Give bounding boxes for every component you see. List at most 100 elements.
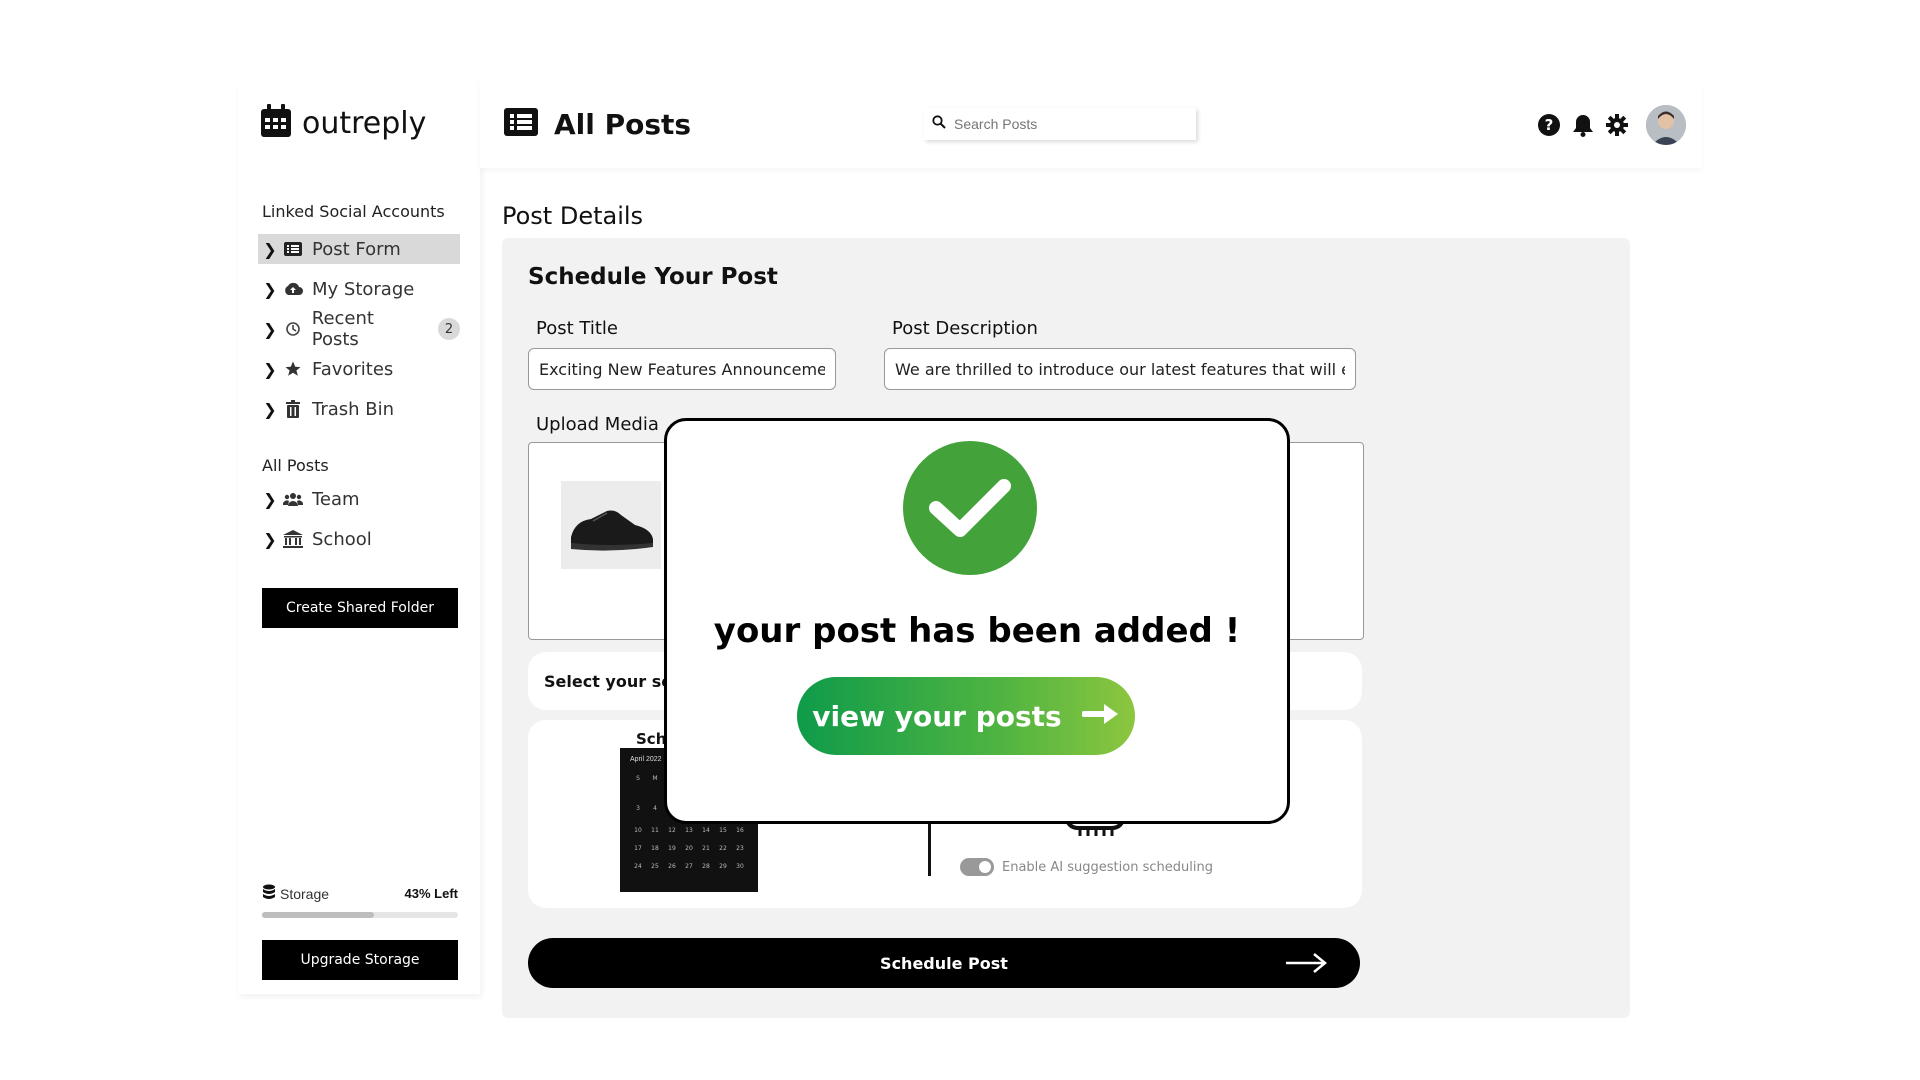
star-icon (282, 360, 304, 378)
ai-suggestion-label: Enable AI suggestion scheduling (1002, 859, 1213, 875)
svg-text:28: 28 (702, 863, 710, 870)
svg-text:12: 12 (668, 827, 676, 834)
page-title: All Posts (554, 108, 692, 141)
svg-text:11: 11 (651, 827, 659, 834)
chevron-right-icon: ❯ (263, 359, 277, 379)
svg-text:4: 4 (653, 805, 657, 812)
sidebar-item-label: School (312, 528, 372, 550)
chevron-right-icon: ❯ (263, 399, 277, 419)
svg-text:18: 18 (651, 845, 659, 852)
svg-text:?: ? (1545, 116, 1554, 134)
svg-text:19: 19 (668, 845, 676, 852)
post-description-input[interactable] (893, 358, 1347, 380)
count-badge: 2 (438, 318, 460, 340)
storage-left: 43% Left (404, 886, 458, 901)
storage-bar-fill (262, 912, 374, 918)
upgrade-storage-button[interactable]: Upgrade Storage (262, 940, 458, 980)
svg-text:27: 27 (685, 863, 693, 870)
ai-suggestion-toggle[interactable] (960, 858, 994, 876)
svg-text:16: 16 (736, 827, 744, 834)
panel-title: Schedule Your Post (528, 264, 778, 290)
svg-text:S: S (636, 775, 640, 782)
svg-text:23: 23 (736, 845, 744, 852)
chevron-right-icon: ❯ (263, 239, 277, 259)
create-shared-folder-button[interactable]: Create Shared Folder (262, 588, 458, 628)
svg-text:15: 15 (719, 827, 727, 834)
header: All Posts ? (480, 82, 1702, 168)
post-description-label: Post Description (892, 318, 1038, 339)
view-posts-label: view your posts (812, 699, 1062, 733)
sidebar-item-label: Post Form (312, 238, 401, 260)
all-posts-label: All Posts (262, 456, 329, 475)
trash-icon (282, 400, 304, 418)
svg-text:21: 21 (702, 845, 710, 852)
header-title-group: All Posts (504, 108, 691, 141)
success-message: your post has been added ! (713, 611, 1241, 651)
post-title-input[interactable] (537, 358, 827, 380)
ai-suggestion-toggle-row: Enable AI suggestion scheduling (960, 858, 1213, 876)
arrow-right-icon (1284, 951, 1328, 980)
upload-media-label: Upload Media (536, 414, 659, 435)
post-description-field[interactable] (884, 348, 1356, 390)
svg-text:20: 20 (685, 845, 693, 852)
sidebar-item-label: Favorites (312, 358, 394, 380)
avatar[interactable] (1646, 105, 1686, 145)
database-icon (262, 884, 276, 903)
success-check-icon (903, 441, 1037, 575)
chevron-right-icon: ❯ (263, 529, 277, 549)
sidebar-item-label: My Storage (312, 278, 415, 300)
history-icon (282, 321, 304, 337)
linked-accounts-label: Linked Social Accounts (262, 202, 445, 221)
chevron-right-icon: ❯ (263, 279, 277, 299)
sidebar-item-post-form[interactable]: ❯ Post Form (258, 234, 460, 264)
svg-text:29: 29 (719, 863, 727, 870)
schedule-label: Sch (636, 730, 667, 748)
svg-text:13: 13 (685, 827, 693, 834)
bell-icon[interactable] (1570, 112, 1596, 138)
svg-text:17: 17 (634, 845, 642, 852)
sidebar-item-recent-posts[interactable]: ❯ Recent Posts 2 (258, 308, 460, 350)
help-icon[interactable]: ? (1536, 112, 1562, 138)
schedule-post-button[interactable]: Schedule Post (528, 938, 1360, 988)
sidebar-item-school[interactable]: ❯ School (258, 524, 460, 554)
view-posts-button[interactable]: view your posts (797, 677, 1135, 755)
svg-text:22: 22 (719, 845, 727, 852)
sidebar-item-label: Trash Bin (312, 398, 395, 420)
svg-text:24: 24 (634, 863, 642, 870)
storage-bar (262, 912, 458, 918)
calendar-icon (260, 104, 292, 143)
sidebar-item-my-storage[interactable]: ❯ My Storage (258, 274, 460, 304)
list-icon (282, 242, 304, 256)
app-logo[interactable]: outreply (260, 104, 426, 143)
post-details-heading: Post Details (502, 202, 644, 230)
search-bar[interactable] (924, 108, 1196, 140)
chevron-right-icon: ❯ (263, 319, 277, 339)
storage-label: Storage (280, 885, 330, 902)
divider (928, 820, 931, 876)
svg-text:M: M (652, 775, 657, 782)
svg-text:3: 3 (636, 805, 640, 812)
sidebar: outreply Linked Social Accounts ❯ Post F… (238, 82, 480, 994)
svg-text:14: 14 (702, 827, 710, 834)
header-actions: ? (1536, 105, 1686, 145)
list-icon (504, 108, 538, 141)
arrow-right-icon (1080, 700, 1120, 733)
sidebar-item-team[interactable]: ❯ Team (258, 484, 460, 514)
schedule-post-label: Schedule Post (880, 953, 1008, 973)
gear-icon[interactable] (1604, 112, 1630, 138)
post-title-field[interactable] (528, 348, 836, 390)
sidebar-item-label: Team (312, 488, 360, 510)
search-icon (932, 114, 946, 134)
select-social-label: Select your soc (544, 672, 682, 691)
sneaker-image (571, 510, 653, 551)
school-icon (282, 530, 304, 548)
post-title-label: Post Title (536, 318, 618, 339)
svg-text:26: 26 (668, 863, 676, 870)
search-input[interactable] (952, 115, 1186, 133)
sidebar-item-label: Recent Posts (311, 308, 374, 350)
sidebar-item-favorites[interactable]: ❯ Favorites (258, 354, 460, 384)
app-name: outreply (302, 106, 427, 141)
sidebar-item-trash-bin[interactable]: ❯ Trash Bin (258, 394, 460, 424)
media-thumbnail[interactable] (561, 481, 661, 569)
svg-text:25: 25 (651, 863, 659, 870)
